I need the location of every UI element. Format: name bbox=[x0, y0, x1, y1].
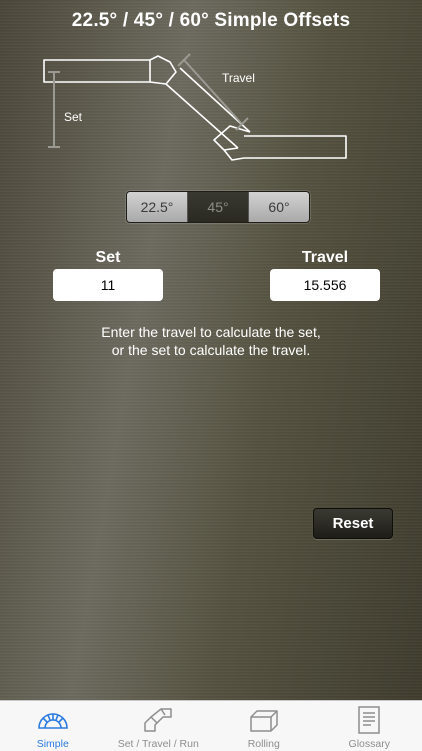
document-icon bbox=[352, 705, 386, 735]
pipe-offset-icon bbox=[141, 705, 175, 735]
offset-diagram: Travel Set bbox=[0, 40, 422, 180]
tab-rolling[interactable]: Rolling bbox=[211, 701, 317, 751]
tab-bar: Simple Set / Travel / Run Rolling bbox=[0, 700, 422, 751]
instructions-line-1: Enter the travel to calculate the set, bbox=[0, 323, 422, 341]
travel-label: Travel bbox=[270, 249, 380, 267]
instructions-line-2: or the set to calculate the travel. bbox=[0, 341, 422, 359]
angle-option-22-5[interactable]: 22.5° bbox=[127, 192, 188, 222]
angle-selector: 22.5° 45° 60° bbox=[126, 191, 310, 223]
travel-input[interactable] bbox=[270, 269, 380, 301]
protractor-icon bbox=[36, 705, 70, 735]
offset-diagram-svg: Travel Set bbox=[0, 40, 422, 180]
tab-set-travel-run[interactable]: Set / Travel / Run bbox=[106, 701, 212, 751]
instructions: Enter the travel to calculate the set, o… bbox=[0, 323, 422, 359]
set-dimension-label: Set bbox=[64, 110, 83, 124]
travel-dimension-label: Travel bbox=[222, 71, 255, 85]
tab-glossary-label: Glossary bbox=[349, 738, 390, 750]
reset-button[interactable]: Reset bbox=[313, 508, 393, 539]
tab-glossary[interactable]: Glossary bbox=[317, 701, 422, 751]
set-label: Set bbox=[53, 249, 163, 267]
tab-set-travel-run-label: Set / Travel / Run bbox=[118, 738, 199, 750]
tab-simple-label: Simple bbox=[37, 738, 69, 750]
angle-option-60[interactable]: 60° bbox=[249, 192, 309, 222]
page-title: 22.5° / 45° / 60° Simple Offsets bbox=[0, 10, 422, 32]
set-input[interactable] bbox=[53, 269, 163, 301]
tab-simple[interactable]: Simple bbox=[0, 701, 106, 751]
angle-option-45[interactable]: 45° bbox=[188, 192, 249, 222]
box-icon bbox=[247, 705, 281, 735]
tab-rolling-label: Rolling bbox=[248, 738, 280, 750]
